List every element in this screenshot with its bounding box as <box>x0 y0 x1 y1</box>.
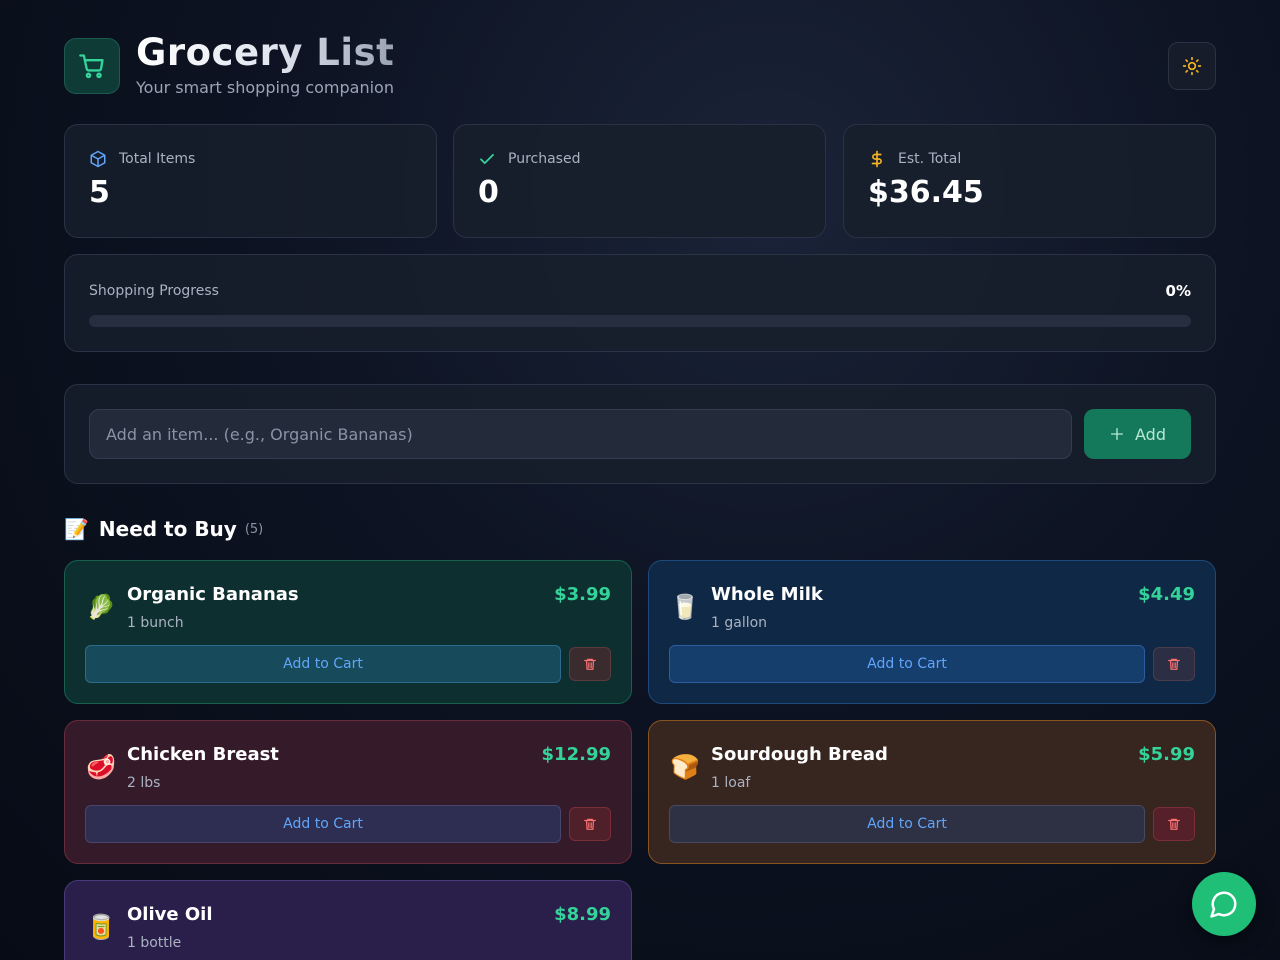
list-item: 🥛 Whole Milk 1 gallon $4.49 Add to Cart <box>648 560 1216 704</box>
item-name: Olive Oil <box>127 904 213 925</box>
stat-value: 0 <box>478 175 499 210</box>
progress-percent: 0% <box>1165 282 1191 300</box>
memo-icon: 📝 <box>64 517 89 541</box>
item-quantity: 1 bunch <box>127 615 184 631</box>
item-price: $4.49 <box>1138 584 1195 605</box>
delete-item-button[interactable] <box>569 807 611 841</box>
trash-icon <box>1168 818 1180 830</box>
chat-button[interactable] <box>1192 872 1256 936</box>
check-icon <box>480 153 494 165</box>
section-heading: 📝 Need to Buy (5) <box>64 517 263 541</box>
item-price: $3.99 <box>554 584 611 605</box>
plus-icon <box>1111 428 1123 440</box>
stat-value: 5 <box>89 175 110 210</box>
stats-row: Total Items 5 Purchased 0 Est. Total $36… <box>64 124 1216 238</box>
item-quantity: 1 loaf <box>711 775 751 791</box>
stat-label: Total Items <box>119 151 196 167</box>
delete-item-button[interactable] <box>1153 647 1195 681</box>
item-name: Sourdough Bread <box>711 744 888 765</box>
item-quantity: 2 lbs <box>127 775 161 791</box>
stat-card-total-items: Total Items 5 <box>64 124 437 238</box>
trash-icon <box>584 818 596 830</box>
item-price: $12.99 <box>541 744 611 765</box>
bread-icon: 🍞 <box>670 753 700 781</box>
add-to-cart-button[interactable]: Add to Cart <box>669 805 1145 843</box>
add-to-cart-button[interactable]: Add to Cart <box>85 805 561 843</box>
add-button[interactable]: Add <box>1084 409 1191 459</box>
item-quantity: 1 bottle <box>127 935 182 951</box>
dollar-icon <box>871 150 882 168</box>
delete-item-button[interactable] <box>569 647 611 681</box>
section-count: (5) <box>244 521 264 537</box>
item-quantity: 1 gallon <box>711 615 768 631</box>
item-price: $5.99 <box>1138 744 1195 765</box>
add-to-cart-button[interactable]: Add to Cart <box>85 645 561 683</box>
leafy-green-icon: 🥬 <box>86 593 116 621</box>
list-item: 🥫 Olive Oil 1 bottle $8.99 <box>64 880 632 960</box>
list-item: 🍞 Sourdough Bread 1 loaf $5.99 Add to Ca… <box>648 720 1216 864</box>
delete-item-button[interactable] <box>1153 807 1195 841</box>
item-name: Organic Bananas <box>127 584 299 605</box>
stat-label: Purchased <box>508 151 581 167</box>
item-name: Chicken Breast <box>127 744 279 765</box>
box-icon <box>90 150 106 168</box>
progress-bar <box>89 315 1191 327</box>
page-title: Grocery List <box>136 31 395 74</box>
list-item: 🥩 Chicken Breast 2 lbs $12.99 Add to Car… <box>64 720 632 864</box>
shopping-progress-card: Shopping Progress 0% <box>64 254 1216 352</box>
progress-label: Shopping Progress <box>89 283 219 299</box>
item-price: $8.99 <box>554 904 611 925</box>
section-title: Need to Buy <box>98 517 237 541</box>
trash-icon <box>1168 658 1180 670</box>
trash-icon <box>584 658 596 670</box>
add-to-cart-button[interactable]: Add to Cart <box>669 645 1145 683</box>
milk-icon: 🥛 <box>670 593 700 621</box>
meat-icon: 🥩 <box>86 753 116 781</box>
canned-food-icon: 🥫 <box>86 913 116 941</box>
header: Grocery List Your smart shopping compani… <box>64 31 1216 97</box>
logo <box>64 38 120 94</box>
add-item-input[interactable] <box>89 409 1072 459</box>
stat-value: $36.45 <box>868 175 984 210</box>
stat-card-est-total: Est. Total $36.45 <box>843 124 1216 238</box>
page-subtitle: Your smart shopping companion <box>136 78 394 97</box>
stat-label: Est. Total <box>898 151 962 167</box>
chat-bubble-icon <box>1210 891 1237 918</box>
sun-icon <box>1182 56 1202 76</box>
theme-toggle-button[interactable] <box>1168 42 1216 90</box>
add-item-card: Add <box>64 384 1216 484</box>
stat-card-purchased: Purchased 0 <box>453 124 826 238</box>
shopping-cart-icon <box>79 54 104 79</box>
list-item: 🥬 Organic Bananas 1 bunch $3.99 Add to C… <box>64 560 632 704</box>
add-button-label: Add <box>1135 424 1166 444</box>
item-name: Whole Milk <box>711 584 823 605</box>
